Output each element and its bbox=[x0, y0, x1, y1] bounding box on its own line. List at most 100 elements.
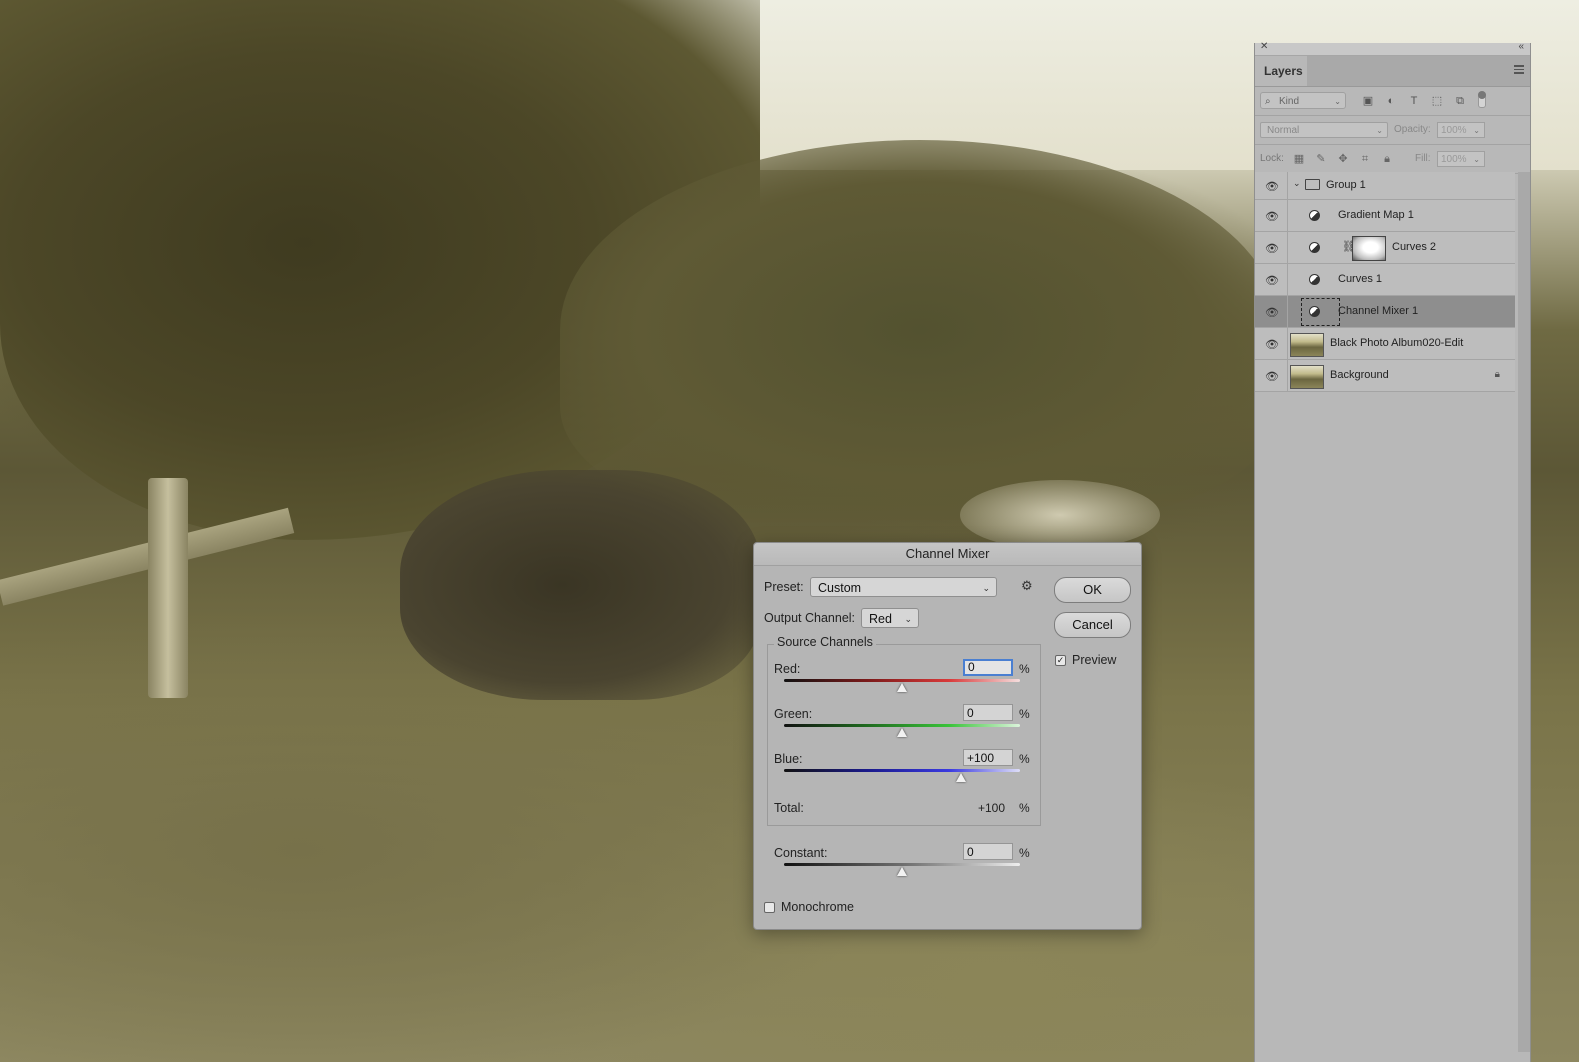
eye-icon: 👁︎ bbox=[1265, 338, 1279, 351]
output-channel-value: Red bbox=[869, 612, 892, 626]
layer-row[interactable]: 👁︎ Curves 1 bbox=[1255, 264, 1515, 296]
percent-label: % bbox=[1019, 801, 1030, 815]
green-input[interactable]: 0 bbox=[963, 704, 1013, 721]
chevron-down-icon: ⌄ bbox=[1473, 155, 1480, 164]
eye-icon: 👁︎ bbox=[1265, 306, 1279, 319]
layer-name: Group 1 bbox=[1326, 178, 1366, 191]
layer-row[interactable]: 👁︎ Background 🔒︎ bbox=[1255, 360, 1515, 392]
percent-label: % bbox=[1019, 662, 1030, 676]
adjustment-filter-icon[interactable]: ◐ bbox=[1384, 94, 1398, 108]
blue-input[interactable]: +100 bbox=[963, 749, 1013, 766]
visibility-toggle[interactable]: 👁︎ bbox=[1255, 200, 1288, 231]
type-filter-icon[interactable]: T bbox=[1407, 94, 1421, 108]
red-label: Red: bbox=[774, 662, 801, 676]
panel-tab-row: Layers bbox=[1255, 56, 1530, 87]
visibility-toggle[interactable]: 👁︎ bbox=[1255, 172, 1288, 199]
layer-row[interactable]: 👁︎ ⌄ Group 1 bbox=[1255, 172, 1515, 200]
monochrome-checkbox[interactable] bbox=[764, 902, 775, 913]
scrollbar[interactable] bbox=[1518, 172, 1530, 1052]
shape-filter-icon[interactable]: ⬚ bbox=[1430, 94, 1444, 108]
lock-move-icon[interactable]: ✥ bbox=[1336, 152, 1350, 166]
ok-button[interactable]: OK bbox=[1054, 577, 1131, 603]
output-channel-label: Output Channel: bbox=[764, 611, 856, 625]
layer-row-selected[interactable]: 👁︎ Channel Mixer 1 bbox=[1255, 296, 1515, 328]
opacity-field[interactable]: 100% ⌄ bbox=[1437, 122, 1485, 138]
opacity-value: 100% bbox=[1441, 125, 1467, 136]
layer-row[interactable]: 👁︎ Gradient Map 1 bbox=[1255, 200, 1515, 232]
filter-toggle[interactable] bbox=[1478, 91, 1486, 108]
layer-mask-thumbnail[interactable] bbox=[1352, 236, 1386, 261]
percent-label: % bbox=[1019, 707, 1030, 721]
total-value: +100 bbox=[978, 801, 1006, 815]
image-filter-icon[interactable]: ▣ bbox=[1361, 94, 1375, 108]
panel-menu-icon[interactable] bbox=[1514, 65, 1524, 74]
fill-value: 100% bbox=[1441, 154, 1467, 165]
cancel-button[interactable]: Cancel bbox=[1054, 612, 1131, 638]
percent-label: % bbox=[1019, 846, 1030, 860]
green-slider-track[interactable] bbox=[784, 724, 1020, 727]
close-icon[interactable]: ✕ bbox=[1260, 41, 1268, 52]
fill-field[interactable]: 100% ⌄ bbox=[1437, 151, 1485, 167]
preset-select[interactable]: Custom ⌄ bbox=[810, 577, 997, 597]
preset-label: Preset: bbox=[764, 580, 804, 594]
filter-icons: ▣ ◐ T ⬚ ⧉ bbox=[1361, 94, 1467, 108]
total-label: Total: bbox=[774, 801, 804, 815]
visibility-toggle[interactable]: 👁︎ bbox=[1255, 232, 1288, 263]
layer-name: Background bbox=[1330, 368, 1389, 381]
lock-paint-icon[interactable]: ✎ bbox=[1314, 152, 1328, 166]
adjustment-layer-icon bbox=[1309, 209, 1320, 221]
layer-row[interactable]: 👁︎ ⛓︎ Curves 2 bbox=[1255, 232, 1515, 264]
gear-icon[interactable]: ⚙︎ bbox=[1021, 578, 1033, 594]
folder-icon bbox=[1305, 179, 1320, 190]
lock-transparency-icon[interactable]: ▦ bbox=[1292, 152, 1306, 166]
smart-object-filter-icon[interactable]: ⧉ bbox=[1453, 94, 1467, 108]
collapse-icon[interactable]: « bbox=[1518, 41, 1524, 52]
chevron-down-icon: ⌄ bbox=[1376, 126, 1383, 135]
preview-checkbox[interactable]: ✓ bbox=[1055, 655, 1066, 666]
chevron-down-icon: ⌄ bbox=[1334, 97, 1341, 106]
chevron-down-icon: ⌄ bbox=[1473, 126, 1480, 135]
photo-fence-post bbox=[148, 478, 188, 698]
tab-layers[interactable]: Layers bbox=[1255, 56, 1307, 86]
preset-value: Custom bbox=[818, 581, 862, 595]
blue-slider-handle[interactable] bbox=[956, 773, 966, 782]
visibility-toggle[interactable]: 👁︎ bbox=[1255, 296, 1288, 327]
layers-panel: ✕ « Layers ⌕ Kind ⌄ ▣ ◐ T ⬚ ⧉ Normal ⌄ O… bbox=[1254, 41, 1531, 1062]
chevron-down-icon[interactable]: ⌄ bbox=[1293, 178, 1301, 189]
visibility-toggle[interactable]: 👁︎ bbox=[1255, 264, 1288, 295]
eye-icon: 👁︎ bbox=[1265, 242, 1279, 255]
monochrome-label: Monochrome bbox=[781, 900, 854, 914]
lock-label: Lock: bbox=[1260, 153, 1284, 164]
layer-row[interactable]: 👁︎ Black Photo Album020-Edit bbox=[1255, 328, 1515, 360]
lock-row: Lock: ▦ ✎ ✥ ⌗ 🔒︎ Fill: 100% ⌄ bbox=[1255, 145, 1530, 174]
constant-slider-handle[interactable] bbox=[897, 867, 907, 876]
channel-mixer-dialog: Channel Mixer Preset: Custom ⌄ ⚙︎ Output… bbox=[753, 542, 1142, 930]
source-channels-label: Source Channels bbox=[774, 635, 876, 649]
fill-label: Fill: bbox=[1415, 153, 1431, 164]
blend-mode-select[interactable]: Normal ⌄ bbox=[1260, 122, 1388, 138]
chevron-down-icon: ⌄ bbox=[982, 583, 990, 593]
kind-filter-select[interactable]: ⌕ Kind ⌄ bbox=[1260, 92, 1346, 109]
green-slider-handle[interactable] bbox=[897, 728, 907, 737]
visibility-toggle[interactable]: 👁︎ bbox=[1255, 360, 1288, 391]
layer-list: 👁︎ ⌄ Group 1 👁︎ Gradient Map 1 👁︎ ⛓︎ Cur… bbox=[1255, 172, 1515, 392]
layer-name: Curves 1 bbox=[1338, 272, 1383, 285]
lock-all-icon[interactable]: 🔒︎ bbox=[1380, 152, 1394, 166]
layer-thumbnail bbox=[1290, 333, 1324, 357]
lock-artboard-icon[interactable]: ⌗ bbox=[1358, 152, 1372, 166]
layer-name: Channel Mixer 1 bbox=[1338, 304, 1419, 317]
panel-titlebar: ✕ « bbox=[1255, 41, 1530, 56]
constant-slider-track[interactable] bbox=[784, 863, 1020, 866]
red-input[interactable]: 0 bbox=[963, 659, 1013, 676]
output-channel-select[interactable]: Red ⌄ bbox=[861, 608, 919, 628]
constant-input[interactable]: 0 bbox=[963, 843, 1013, 860]
blue-slider-track[interactable] bbox=[784, 769, 1020, 772]
lock-icon: 🔒︎ bbox=[1494, 369, 1500, 380]
layer-thumbnail bbox=[1290, 365, 1324, 389]
visibility-toggle[interactable]: 👁︎ bbox=[1255, 328, 1288, 359]
red-slider-handle[interactable] bbox=[897, 683, 907, 692]
blend-mode-value: Normal bbox=[1267, 125, 1300, 136]
red-slider-track[interactable] bbox=[784, 679, 1020, 682]
lock-icons: ▦ ✎ ✥ ⌗ 🔒︎ bbox=[1292, 152, 1394, 166]
constant-label: Constant: bbox=[774, 846, 828, 860]
